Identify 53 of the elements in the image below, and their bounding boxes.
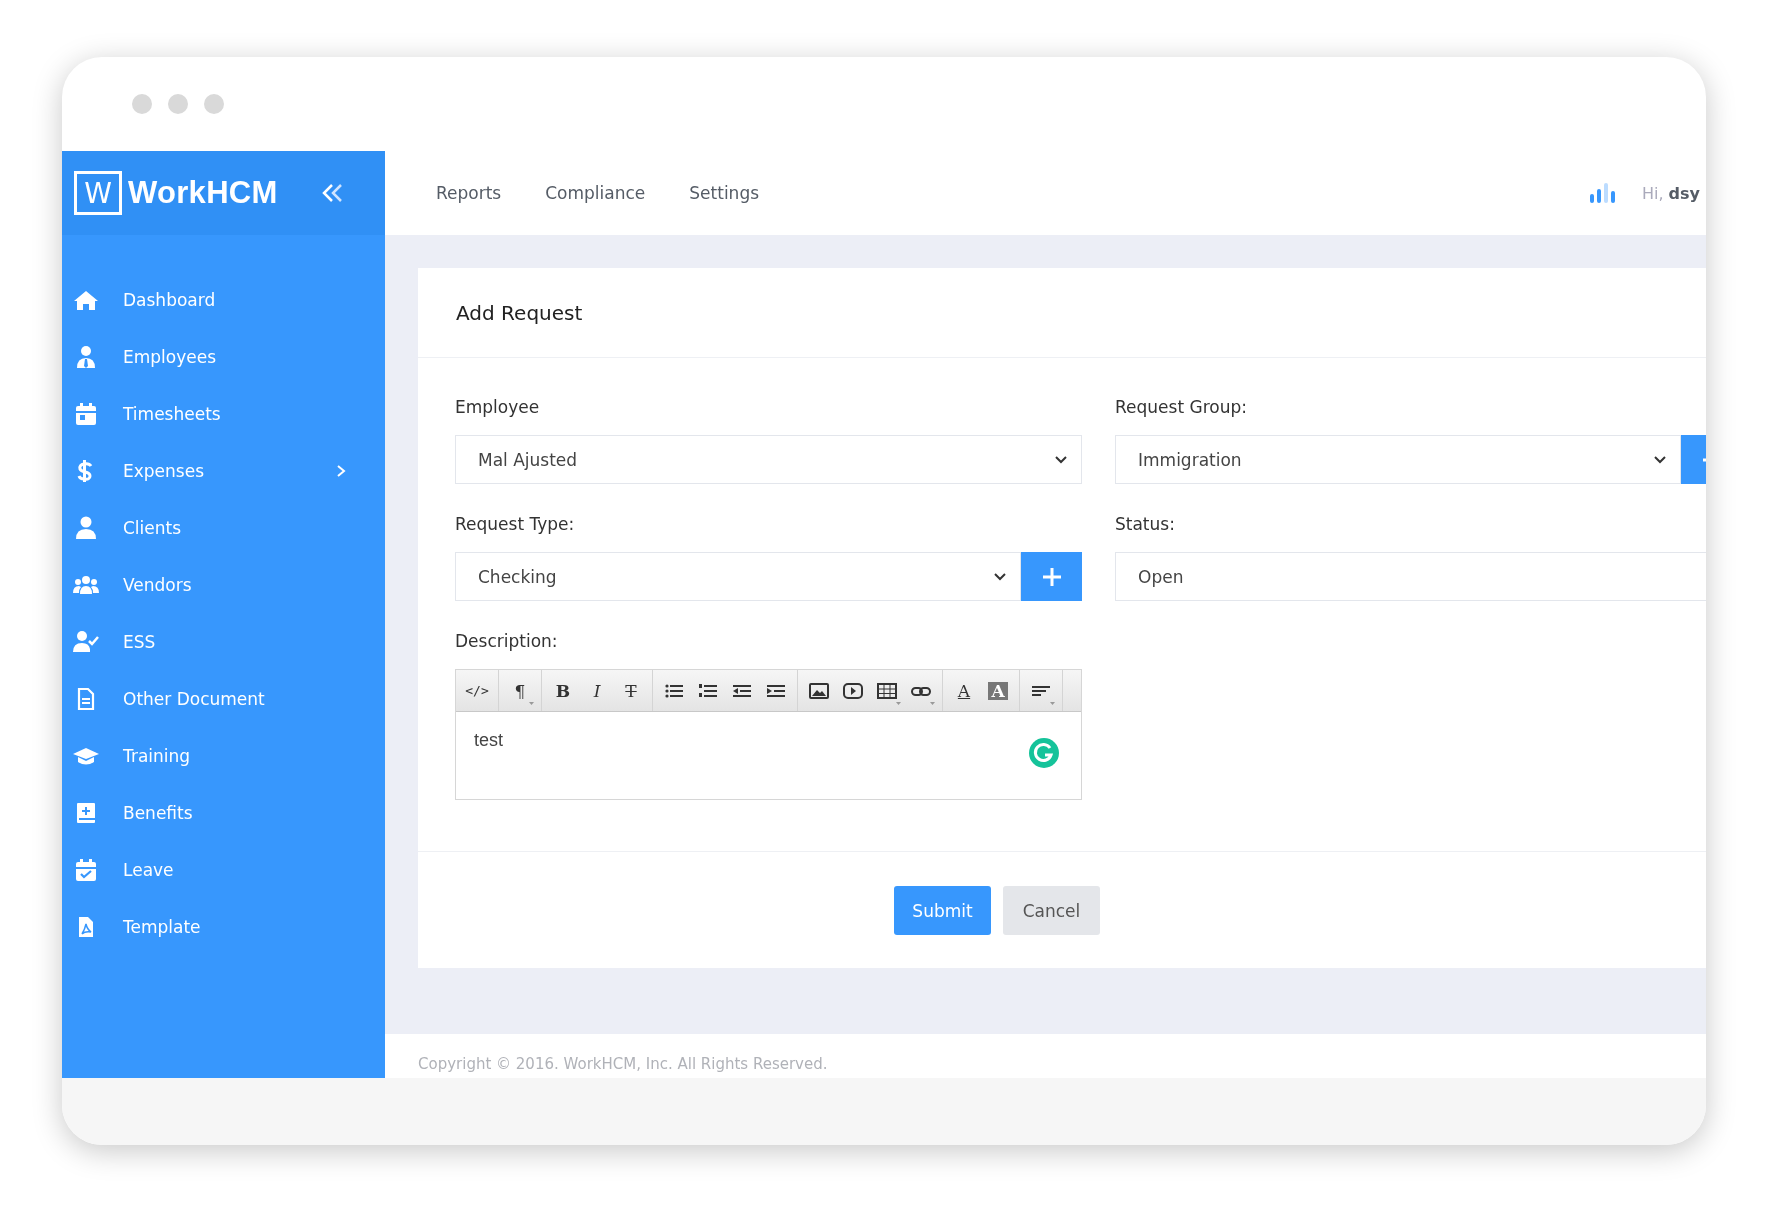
toolbar-button[interactable]: B: [546, 670, 580, 711]
window-dot: [132, 94, 152, 114]
toolbar-button[interactable]: T: [614, 670, 648, 711]
add-button[interactable]: [1021, 552, 1082, 601]
input-field[interactable]: Open: [1115, 552, 1706, 601]
outdent-icon: [732, 682, 752, 699]
plus-icon: [1041, 566, 1062, 587]
grammar-check-icon: [1029, 738, 1059, 768]
toolbar-button[interactable]: A: [981, 670, 1015, 711]
field-label: Status:: [1115, 514, 1176, 534]
field-label: Description:: [455, 631, 559, 651]
text-editor[interactable]: </> ¶ B I T A A test: [455, 669, 1082, 800]
select-field[interactable]: Immigration: [1115, 435, 1681, 484]
window-dot: [204, 94, 224, 114]
person-check-icon: [73, 629, 99, 654]
nav-link[interactable]: Settings: [689, 183, 760, 203]
numbered-list-icon: [698, 682, 718, 699]
window-dot: [168, 94, 188, 114]
toolbar-button[interactable]: I: [580, 670, 614, 711]
dropdown-caret-icon: [529, 702, 534, 705]
user-greeting[interactable]: Hi, dsy: [1641, 183, 1700, 203]
cancel-button[interactable]: Cancel: [1003, 886, 1100, 935]
editor-text: test: [474, 730, 503, 752]
play-icon: [843, 682, 863, 699]
nav-link[interactable]: Reports: [436, 183, 502, 203]
toolbar-button[interactable]: </>: [460, 670, 494, 711]
brand-name: WorkHCM: [128, 175, 278, 211]
dropdown-caret-icon: [896, 702, 901, 705]
field-label: Request Group:: [1115, 397, 1248, 417]
select-field[interactable]: Mal Ajusted: [455, 435, 1082, 484]
caret-icon: [1055, 455, 1067, 464]
calendar-check-icon: [73, 857, 99, 882]
person-icon: [73, 515, 99, 540]
chevron-right-icon: [335, 463, 347, 478]
indent-icon: [766, 682, 786, 699]
image-icon: [809, 682, 829, 699]
table-icon: [877, 682, 897, 699]
dropdown-caret-icon: [930, 702, 935, 705]
toolbar-button[interactable]: A: [947, 670, 981, 711]
nav-link[interactable]: Compliance: [545, 183, 646, 203]
field-label: Request Type:: [455, 514, 576, 534]
bar-chart-icon: [1587, 182, 1616, 204]
select-field[interactable]: Checking: [455, 552, 1021, 601]
field-label: Employee: [455, 397, 541, 417]
caret-icon: [994, 572, 1006, 581]
form-title: Add Request: [456, 300, 583, 325]
caret-icon: [1654, 455, 1666, 464]
copyright-text: Copyright © 2016. WorkHCM, Inc. All Rights Reserved.: [418, 1055, 828, 1073]
dropdown-caret-icon: [1050, 702, 1055, 705]
toolbar-button[interactable]: ¶: [503, 670, 537, 711]
logo: W: [74, 171, 122, 215]
bullet-list-icon: [664, 682, 684, 699]
calendar-icon: [73, 401, 99, 426]
